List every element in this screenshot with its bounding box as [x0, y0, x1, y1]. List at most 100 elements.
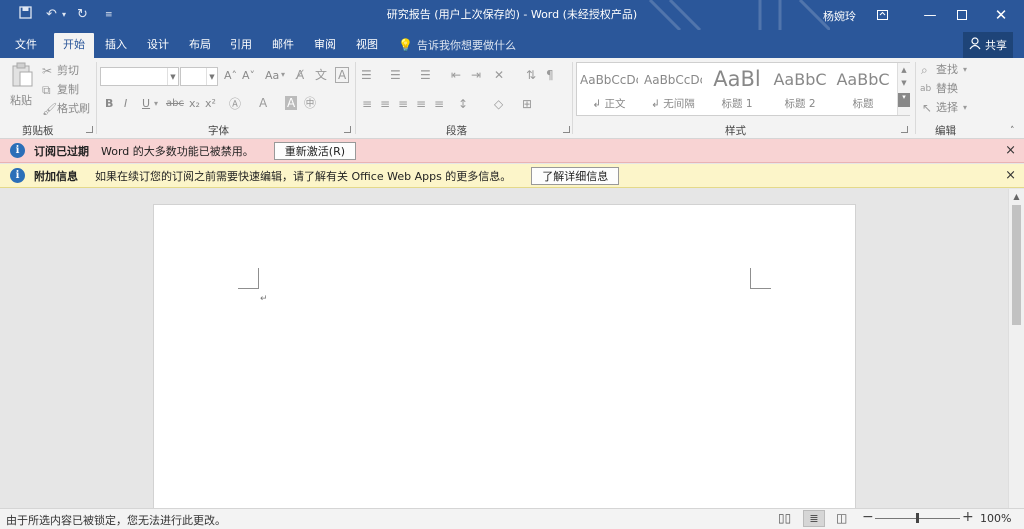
separator: [355, 62, 356, 134]
superscript-button[interactable]: x²: [205, 97, 216, 111]
font-name-combo[interactable]: ▼: [100, 67, 179, 86]
print-layout-icon[interactable]: ≣: [803, 510, 825, 527]
tab-layout[interactable]: 布局: [180, 33, 220, 58]
status-bar: 由于所选内容已被锁定，您无法进行此更改。 ▯▯ ≣ ◫ − + 100%: [0, 508, 1024, 529]
clear-format-icon[interactable]: A̸: [296, 68, 304, 82]
chevron-up-icon[interactable]: ▲: [898, 66, 910, 74]
zoom-slider-thumb[interactable]: [916, 513, 919, 523]
highlight-icon[interactable]: A: [259, 96, 267, 110]
shading-icon[interactable]: ◇: [494, 97, 503, 111]
style-no-spacing[interactable]: AaBbCcDc ↲ 无间隔: [644, 65, 702, 113]
subscript-button[interactable]: x₂: [189, 97, 200, 111]
more-styles-icon[interactable]: ▾: [898, 93, 910, 107]
char-shading-icon[interactable]: A: [285, 96, 298, 110]
borders-icon[interactable]: ⊞: [522, 97, 532, 111]
copy-icon: ⧉: [42, 83, 51, 97]
message-title: 附加信息: [34, 169, 78, 183]
vertical-scrollbar[interactable]: ▲: [1008, 189, 1024, 508]
sort-icon[interactable]: ⇅: [526, 68, 536, 82]
learn-more-button[interactable]: 了解详细信息: [531, 166, 620, 185]
tab-review[interactable]: 审阅: [305, 33, 345, 58]
align-center-icon[interactable]: ≡: [380, 97, 390, 111]
tell-me-text: 告诉我你想要做什么: [416, 39, 516, 52]
styles-launcher-icon[interactable]: [901, 126, 908, 133]
zoom-out-icon[interactable]: −: [862, 509, 874, 525]
strikethrough-button[interactable]: abc: [166, 97, 184, 111]
collapse-ribbon-icon[interactable]: ˄: [1010, 124, 1015, 138]
scroll-up-icon[interactable]: ▲: [1009, 192, 1024, 201]
copy-button[interactable]: 复制: [57, 83, 79, 97]
document-page[interactable]: ↵: [153, 204, 856, 508]
lightbulb-icon: 💡: [398, 38, 413, 52]
underline-button[interactable]: U: [142, 97, 150, 111]
tab-references[interactable]: 引用: [221, 33, 261, 58]
info-icon: i: [10, 143, 25, 158]
user-name[interactable]: 杨婉玲: [823, 8, 856, 24]
font-size-combo[interactable]: ▼: [180, 67, 218, 86]
show-marks-icon[interactable]: ¶: [546, 68, 554, 82]
style-name: 标题 1: [721, 98, 753, 110]
change-case-button[interactable]: Aa: [265, 69, 279, 83]
font-launcher-icon[interactable]: [344, 126, 351, 133]
style-heading-1[interactable]: AaBl 标题 1: [708, 65, 766, 113]
chevron-down-icon[interactable]: ▼: [898, 79, 910, 87]
paragraph-launcher-icon[interactable]: [563, 126, 570, 133]
bullets-icon[interactable]: ☰: [361, 68, 372, 82]
styles-scroll[interactable]: ▲ ▼ ▾: [897, 63, 910, 115]
minimize-icon[interactable]: —: [914, 0, 946, 30]
maximize-icon[interactable]: [946, 0, 978, 30]
enclose-char-icon[interactable]: ㊥: [304, 96, 316, 110]
char-border-icon[interactable]: A: [335, 67, 350, 83]
ribbon-display-icon[interactable]: [866, 0, 898, 30]
bold-button[interactable]: B: [105, 97, 113, 111]
zoom-in-icon[interactable]: +: [962, 509, 974, 525]
close-icon[interactable]: ×: [1005, 143, 1016, 158]
clipboard-launcher-icon[interactable]: [86, 126, 93, 133]
tab-home[interactable]: 开始: [54, 33, 94, 58]
tab-view[interactable]: 视图: [347, 33, 387, 58]
read-mode-icon[interactable]: ▯▯: [778, 511, 791, 525]
paste-button[interactable]: 粘贴: [8, 62, 36, 120]
phonetic-guide-icon[interactable]: 文: [315, 68, 327, 82]
chevron-down-icon: ▾: [154, 99, 159, 108]
distribute-icon[interactable]: ≡: [434, 97, 444, 111]
zoom-level[interactable]: 100%: [980, 512, 1011, 525]
align-left-icon[interactable]: ≡: [362, 97, 372, 111]
close-icon[interactable]: ×: [1005, 168, 1016, 183]
paste-label: 粘贴: [10, 94, 32, 107]
share-button[interactable]: 共享: [963, 32, 1013, 58]
numbering-icon[interactable]: ☰: [390, 68, 401, 82]
italic-button[interactable]: I: [124, 97, 127, 111]
tab-insert[interactable]: 插入: [96, 33, 136, 58]
style-heading-2[interactable]: AaBbC 标题 2: [771, 65, 829, 113]
tab-design[interactable]: 设计: [138, 33, 178, 58]
scroll-thumb[interactable]: [1012, 205, 1021, 325]
tell-me-box[interactable]: 💡 告诉我你想要做什么: [398, 37, 516, 53]
align-right-icon[interactable]: ≡: [398, 97, 408, 111]
format-painter-button[interactable]: 格式刷: [57, 102, 90, 116]
find-button[interactable]: 查找: [936, 63, 958, 77]
justify-icon[interactable]: ≡: [416, 97, 426, 111]
tab-file[interactable]: 文件: [6, 33, 46, 58]
shrink-font-button[interactable]: A˅: [242, 69, 255, 83]
multilevel-list-icon[interactable]: ☰: [420, 68, 431, 82]
reactivate-button[interactable]: 重新激活(R): [273, 141, 357, 160]
text-effects-icon[interactable]: Ⓐ: [229, 97, 241, 111]
close-icon[interactable]: ✕: [985, 0, 1017, 30]
scissors-icon: ✂: [42, 64, 53, 78]
format-painter-icon: 🖌: [42, 102, 58, 116]
web-layout-icon[interactable]: ◫: [836, 511, 847, 525]
cut-button[interactable]: 剪切: [57, 64, 79, 78]
increase-indent-icon[interactable]: ⇥: [471, 68, 481, 82]
asian-layout-icon[interactable]: ✕: [494, 68, 504, 82]
style-normal[interactable]: AaBbCcDc ↲ 正文: [580, 65, 638, 113]
line-spacing-icon[interactable]: ↕: [458, 97, 468, 111]
additional-info-bar: i 附加信息 如果在续订您的订阅之前需要快速编辑，请了解有关 Office We…: [0, 164, 1024, 188]
grow-font-button[interactable]: A˄: [224, 69, 237, 83]
replace-button[interactable]: 替换: [936, 82, 958, 96]
style-sample: AaBbCcDc: [580, 73, 638, 87]
tab-mailings[interactable]: 邮件: [263, 33, 303, 58]
decrease-indent-icon[interactable]: ⇤: [451, 68, 461, 82]
select-button[interactable]: 选择: [936, 101, 958, 115]
style-title[interactable]: AaBbC 标题: [834, 65, 892, 113]
